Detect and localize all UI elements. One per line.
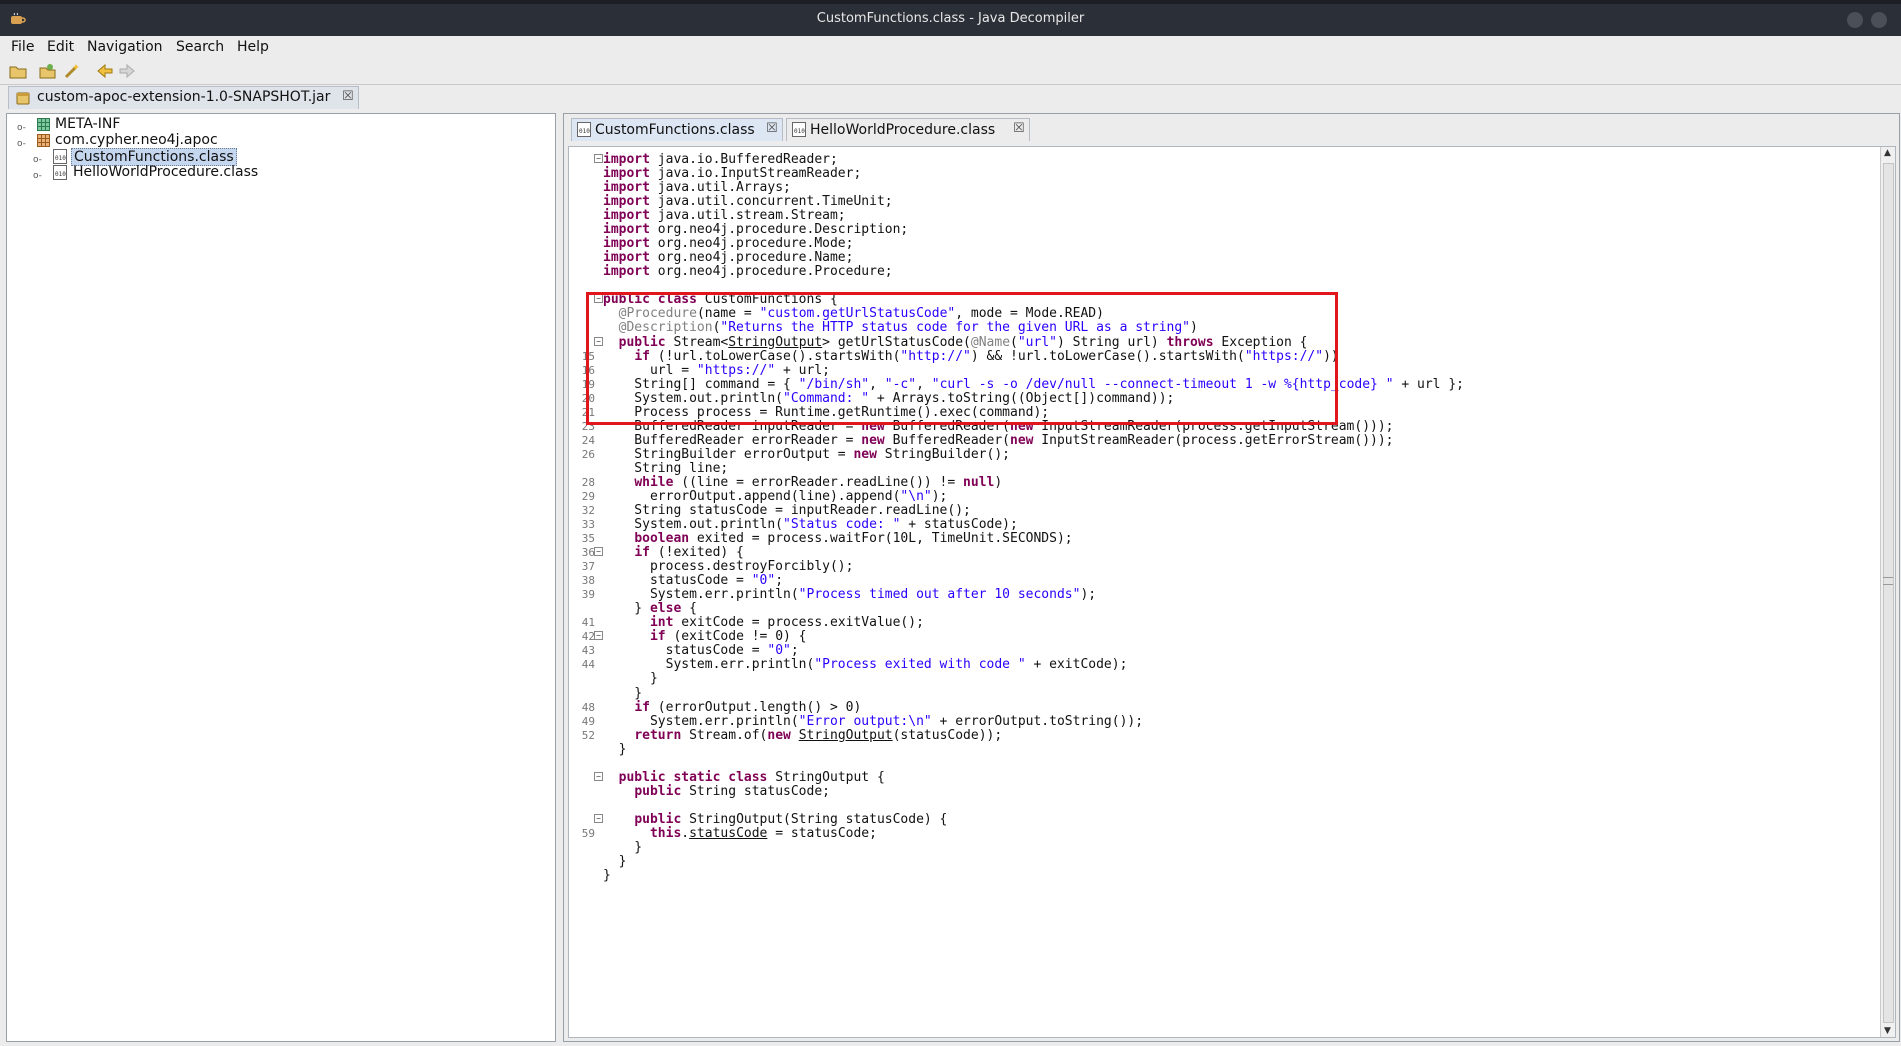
code-text: } xyxy=(603,868,611,884)
toolbar xyxy=(0,58,1901,84)
fold-toggle-icon[interactable]: − xyxy=(594,631,603,641)
scroll-grip-icon xyxy=(1883,577,1893,585)
jar-icon xyxy=(16,92,30,105)
svg-text:010: 010 xyxy=(794,128,805,135)
scroll-down-icon[interactable]: ▼ xyxy=(1884,1026,1891,1036)
editor-panel: 010 CustomFunctions.class ☒ 010 HelloWor… xyxy=(563,113,1900,1042)
tree-item-package[interactable]: o- com.cypher.neo4j.apoc xyxy=(13,132,313,149)
class-tree-panel: o- META-INF o- com.cypher.neo4j.apoc o- … xyxy=(6,113,556,1042)
tree-item-label: HelloWorldProcedure.class xyxy=(73,164,259,180)
code-editor[interactable]: − import java.io.BufferedReader; import ja… xyxy=(568,146,1896,1038)
menu-edit[interactable]: Edit xyxy=(47,39,74,55)
menu-search[interactable]: Search xyxy=(176,39,224,55)
tree-item-meta-inf[interactable]: o- META-INF xyxy=(13,116,313,133)
toolbar-divider xyxy=(0,84,1901,85)
highlight-box xyxy=(586,292,1338,425)
code-line: } xyxy=(569,867,1869,884)
tree-item-helloworldprocedure[interactable]: o- 010 HelloWorldProcedure.class xyxy=(29,164,329,181)
tree-item-label: com.cypher.neo4j.apoc xyxy=(55,132,218,148)
taskbar-strip xyxy=(0,0,1901,4)
tree-item-customfunctions[interactable]: o- 010 CustomFunctions.class xyxy=(29,148,329,166)
class-file-icon: 010 xyxy=(53,149,67,164)
window-title: CustomFunctions.class - Java Decompiler xyxy=(816,11,1085,26)
close-window-button[interactable] xyxy=(1871,12,1887,28)
menu-bar: File Edit Navigation Search Help xyxy=(0,36,1901,58)
close-icon[interactable]: ☒ xyxy=(342,89,354,104)
jar-tab[interactable]: custom-apoc-extension-1.0-SNAPSHOT.jar ☒ xyxy=(8,86,359,109)
vertical-scrollbar[interactable]: ▲ ▼ xyxy=(1880,147,1895,1037)
close-icon[interactable]: ☒ xyxy=(1013,121,1025,136)
fold-toggle-icon[interactable]: − xyxy=(594,547,603,557)
package-icon xyxy=(37,134,50,147)
forward-arrow-icon[interactable] xyxy=(117,61,137,81)
open-folder-icon[interactable] xyxy=(8,61,28,81)
class-file-icon: 010 xyxy=(53,165,67,180)
close-icon[interactable]: ☒ xyxy=(766,121,778,136)
menu-navigation[interactable]: Navigation xyxy=(87,39,163,55)
back-arrow-icon[interactable] xyxy=(95,61,115,81)
tab-helloworldprocedure[interactable]: 010 HelloWorldProcedure.class ☒ xyxy=(786,118,1030,141)
open-type-icon[interactable] xyxy=(38,61,58,81)
expand-icon[interactable]: o- xyxy=(33,168,42,184)
fold-toggle-icon[interactable]: − xyxy=(594,813,603,823)
scroll-up-icon[interactable]: ▲ xyxy=(1884,148,1891,158)
svg-text:010: 010 xyxy=(55,171,66,178)
class-file-icon: 010 xyxy=(792,122,806,137)
tree-item-label: META-INF xyxy=(55,116,121,132)
tab-customfunctions[interactable]: 010 CustomFunctions.class ☒ xyxy=(571,118,783,141)
package-icon xyxy=(37,118,50,131)
tab-label: CustomFunctions.class xyxy=(595,122,755,138)
menu-file[interactable]: File xyxy=(11,39,34,55)
fold-toggle-icon[interactable]: − xyxy=(594,771,603,781)
wand-icon[interactable] xyxy=(62,61,82,81)
menu-help[interactable]: Help xyxy=(237,39,269,55)
tab-label: HelloWorldProcedure.class xyxy=(810,122,996,138)
fold-toggle-icon[interactable]: − xyxy=(594,154,603,163)
class-file-icon: 010 xyxy=(577,122,591,137)
svg-text:010: 010 xyxy=(55,155,66,162)
minimize-button[interactable] xyxy=(1847,12,1863,28)
scroll-thumb[interactable] xyxy=(1883,163,1894,1023)
title-bar: CustomFunctions.class - Java Decompiler xyxy=(0,0,1901,36)
jar-tab-label: custom-apoc-extension-1.0-SNAPSHOT.jar xyxy=(37,89,331,105)
collapse-icon[interactable]: o- xyxy=(17,136,26,152)
svg-text:010: 010 xyxy=(579,128,590,135)
